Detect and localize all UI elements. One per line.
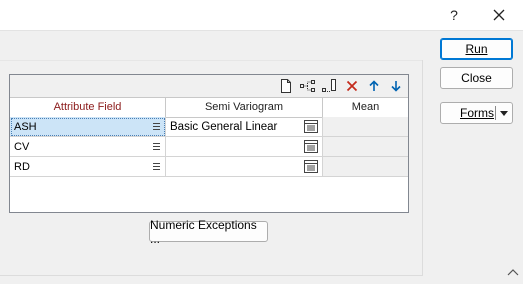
header-attribute-field[interactable]: Attribute Field xyxy=(10,98,166,117)
attribute-grid[interactable]: Attribute Field Semi Variogram Mean ASH … xyxy=(9,74,409,213)
attribute-cell[interactable]: RD xyxy=(10,157,166,177)
delete-icon[interactable] xyxy=(344,78,360,94)
close-button[interactable]: Close xyxy=(440,67,513,89)
numeric-exceptions-label: Numeric Exceptions ... xyxy=(150,217,257,246)
chevron-down-icon[interactable] xyxy=(500,111,508,116)
help-button[interactable]: ? xyxy=(434,0,474,30)
numeric-exceptions-button[interactable]: Numeric Exceptions ... xyxy=(149,218,268,246)
close-icon xyxy=(493,9,505,21)
move-up-icon[interactable] xyxy=(366,78,382,94)
attribute-cell[interactable]: CV xyxy=(10,137,166,157)
table-row: ASH Basic General Linear xyxy=(10,117,408,137)
run-button[interactable]: Run xyxy=(440,38,513,60)
new-icon[interactable] xyxy=(278,78,294,94)
grid-toolbar xyxy=(10,75,408,97)
semi-variogram-cell[interactable] xyxy=(166,157,323,177)
help-label: ? xyxy=(450,7,458,23)
attribute-cell[interactable]: ASH xyxy=(10,117,166,137)
close-label: Close xyxy=(461,71,492,85)
window-close-button[interactable] xyxy=(479,0,519,30)
forms-split-divider xyxy=(495,106,496,120)
chevron-up-icon[interactable] xyxy=(507,268,519,276)
header-mean[interactable]: Mean xyxy=(323,98,408,117)
insert-column-icon[interactable] xyxy=(322,78,338,94)
attribute-value: CV xyxy=(14,141,30,153)
table-row: RD xyxy=(10,157,408,177)
form-browse-icon[interactable] xyxy=(304,140,318,153)
table-row: CV xyxy=(10,137,408,157)
grid-header: Attribute Field Semi Variogram Mean xyxy=(10,97,408,118)
semi-variogram-cell[interactable] xyxy=(166,137,323,157)
semi-variogram-cell[interactable]: Basic General Linear xyxy=(166,117,323,137)
header-semi-variogram[interactable]: Semi Variogram xyxy=(166,98,323,117)
title-bar: ? xyxy=(0,0,523,31)
forms-button[interactable]: Forms xyxy=(440,102,513,124)
list-icon[interactable] xyxy=(153,143,160,151)
move-down-icon[interactable] xyxy=(388,78,404,94)
attribute-value: ASH xyxy=(14,121,37,133)
list-icon[interactable] xyxy=(153,123,160,131)
panel-border-bottom xyxy=(0,275,423,276)
mean-cell[interactable] xyxy=(323,137,408,157)
list-icon[interactable] xyxy=(153,163,160,171)
mean-cell[interactable] xyxy=(323,157,408,177)
panel-border-right xyxy=(422,60,423,276)
attribute-value: RD xyxy=(14,161,30,173)
forms-label: Forms xyxy=(460,106,494,120)
form-browse-icon[interactable] xyxy=(304,160,318,173)
form-browse-icon[interactable] xyxy=(304,120,318,133)
run-label: Run xyxy=(465,42,488,56)
tree-icon[interactable] xyxy=(300,78,316,94)
panel-border-top xyxy=(0,60,423,61)
mean-cell[interactable] xyxy=(323,117,408,137)
semi-variogram-value: Basic General Linear xyxy=(170,121,278,133)
